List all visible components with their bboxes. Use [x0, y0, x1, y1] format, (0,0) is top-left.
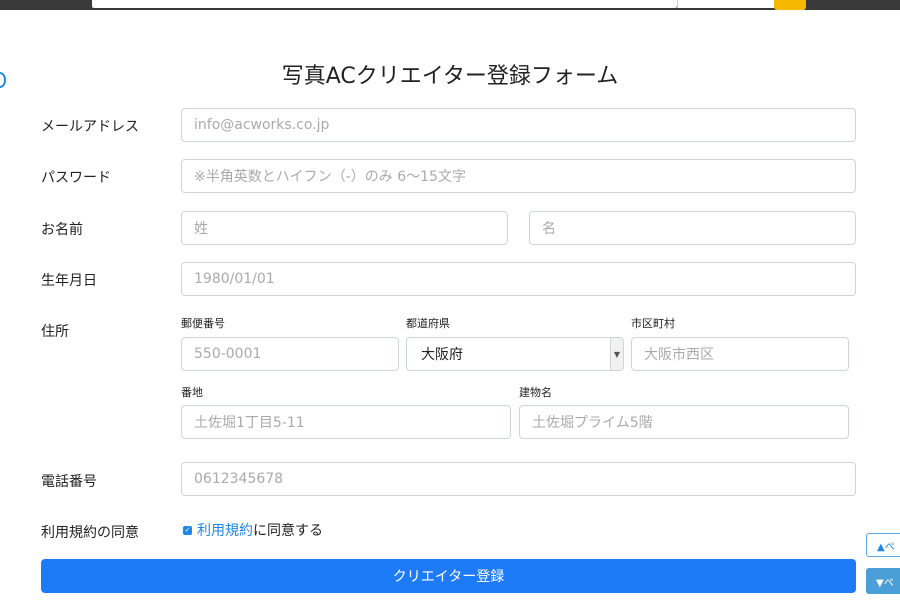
register-button[interactable]: クリエイター登録: [41, 559, 856, 593]
header-category-select[interactable]: [678, 0, 774, 8]
street-label: 番地: [181, 386, 203, 399]
terms-checkbox[interactable]: ✓: [183, 525, 192, 535]
birthday-field[interactable]: 1980/01/01: [181, 262, 856, 296]
password-label: パスワード: [41, 170, 111, 186]
building-field[interactable]: 土佐堀プライム5階: [519, 405, 849, 439]
terms-agreement: ✓ 利用規約 に同意する: [183, 520, 323, 540]
prefecture-select[interactable]: 大阪府 ▼: [406, 337, 624, 371]
phone-field[interactable]: 0612345678: [181, 462, 856, 496]
name-label: お名前: [41, 222, 83, 238]
top-header-bar: [0, 0, 900, 10]
page-down-button[interactable]: ▼ペ: [866, 568, 900, 594]
postal-code-field[interactable]: 550-0001: [181, 337, 399, 371]
prefecture-value: 大阪府: [421, 347, 463, 363]
city-field[interactable]: 大阪市西区: [631, 337, 849, 371]
page-up-button[interactable]: ▲ペ: [866, 533, 900, 557]
first-name-field[interactable]: 名: [529, 211, 856, 245]
street-field[interactable]: 土佐堀1丁目5-11: [181, 405, 511, 439]
email-label: メールアドレス: [41, 119, 139, 135]
chevron-down-icon[interactable]: ▼: [610, 338, 623, 370]
header-search-input[interactable]: [92, 0, 677, 8]
prefecture-label: 都道府県: [406, 317, 450, 330]
terms-label: 利用規約の同意: [41, 525, 139, 541]
password-field[interactable]: ※半角英数とハイフン（-）のみ 6〜15文字: [181, 159, 856, 193]
city-label: 市区町村: [631, 317, 675, 330]
birthday-label: 生年月日: [41, 273, 97, 289]
last-name-field[interactable]: 姓: [181, 211, 508, 245]
email-field[interactable]: info@acworks.co.jp: [181, 108, 856, 142]
header-search-button[interactable]: [774, 0, 806, 10]
page-title: 写真ACクリエイター登録フォーム: [281, 64, 619, 89]
terms-suffix: に同意する: [253, 523, 323, 539]
building-label: 建物名: [519, 386, 552, 399]
postal-code-label: 郵便番号: [181, 317, 225, 330]
phone-label: 電話番号: [41, 474, 97, 490]
address-label: 住所: [41, 324, 69, 340]
terms-link[interactable]: 利用規約: [197, 520, 253, 540]
